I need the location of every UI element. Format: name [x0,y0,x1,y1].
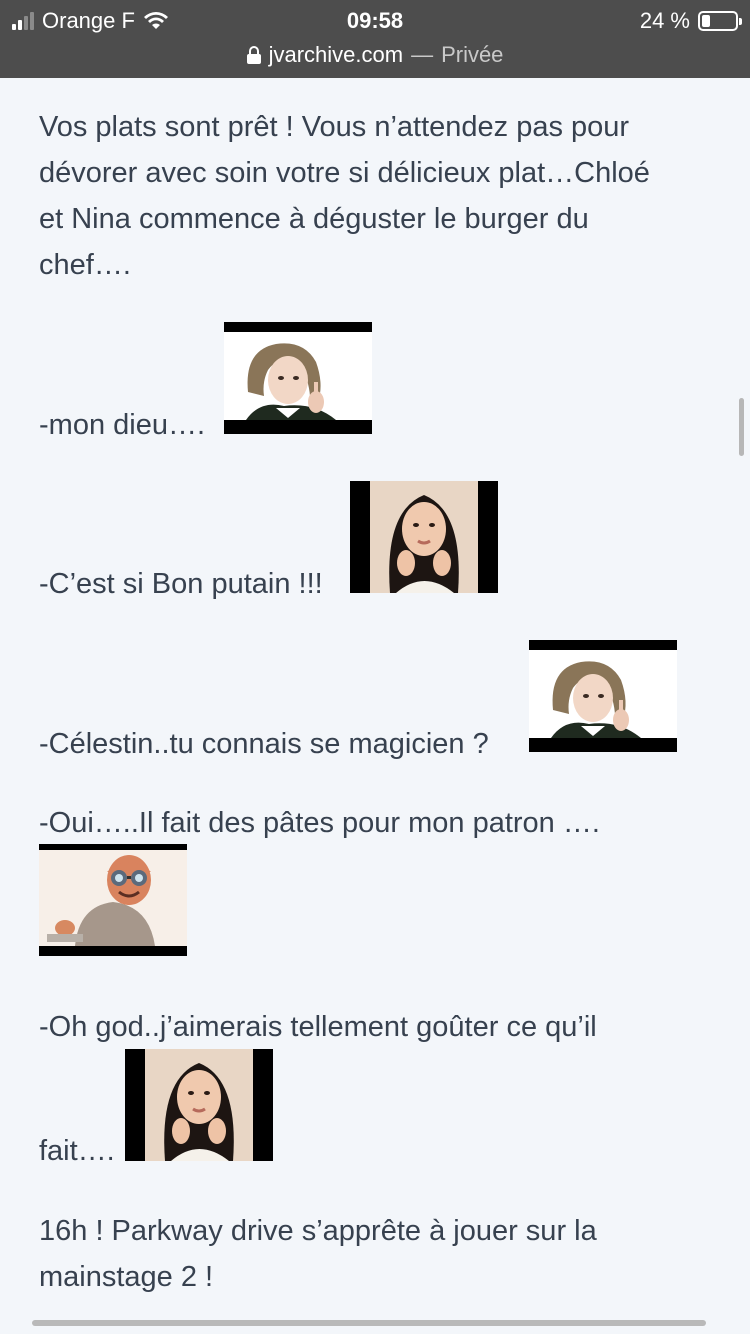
post-text-line: et Nina commence à déguster le burger du [39,203,589,235]
battery-icon [698,11,742,31]
sticker-risitas[interactable] [39,844,187,956]
battery-percent: 24 % [639,8,690,33]
dialogue-fait: fait…. [39,1135,115,1167]
private-mode-label: Privée [441,42,504,67]
dialogue-oh-god: -Oh god..j’aimerais tellement goûter ce … [39,1011,597,1043]
post-text-line: dévorer avec soin votre si délicieux pla… [39,157,650,189]
dialogue-oui: -Oui…..Il fait des pâtes pour mon patron… [39,807,600,839]
address-domain: jvarchive.com [268,42,404,67]
post-text-line: 16h ! Parkway drive s’apprête à jouer su… [39,1215,597,1247]
clock: 09:58 [346,8,404,33]
address-bar[interactable]: jvarchive.com — Privée [0,40,750,70]
dialogue-si-bon: -C’est si Bon putain !!! [39,568,323,600]
post-content: Vos plats sont prêt ! Vous n’attendez pa… [0,78,750,1334]
battery-status: 24 % [639,6,742,36]
post-text-line: Vos plats sont prêt ! Vous n’attendez pa… [39,111,630,143]
lock-icon [246,46,261,64]
status-bar: Orange F 09:58 24 % jvarchive.com — Priv… [0,0,750,78]
post-intro: Vos plats sont prêt ! Vous n’attendez pa… [39,104,719,288]
post-outro: 16h ! Parkway drive s’apprête à jouer su… [39,1208,719,1300]
address-separator: — [411,42,434,67]
post-text-line: mainstage 2 ! [39,1261,214,1293]
horizontal-scrollbar[interactable] [32,1320,706,1326]
dialogue-celestin: -Célestin..tu connais se magicien ? [39,728,489,760]
dialogue-mon-dieu: -mon dieu…. [39,409,206,441]
post-text-line: chef…. [39,249,131,281]
vertical-scrollbar[interactable] [739,398,744,456]
